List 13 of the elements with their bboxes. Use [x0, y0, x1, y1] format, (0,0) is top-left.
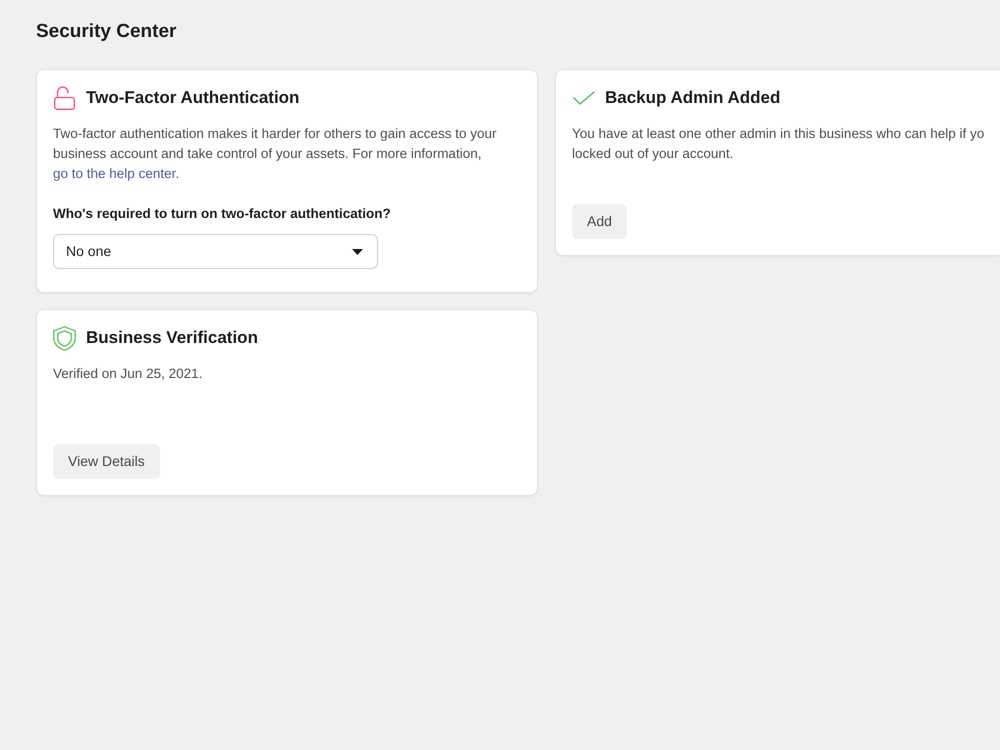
- card-description: Two-factor authentication makes it harder for others to gain access to your business account and take control of your assets. For more information, go to the help center.: [53, 125, 498, 183]
- caret-icon: [352, 248, 363, 254]
- dropdown[interactable]: No one: [53, 234, 378, 269]
- field-label: Who's required to turn on two-factor authentication?: [53, 205, 392, 223]
- page-title: Security Center: [36, 20, 176, 44]
- card-title: Business Verification: [86, 327, 258, 349]
- card-description: You have at least one other admin in this business who can help if yo locked out of your account.: [572, 125, 986, 163]
- action-button[interactable]: Add: [572, 204, 627, 239]
- action-button[interactable]: View Details: [53, 444, 160, 479]
- card-title: Two-Factor Authentication: [86, 87, 300, 109]
- card-description: Verified on Jun 25, 2021.: [53, 365, 204, 383]
- card-title: Backup Admin Added: [605, 87, 780, 109]
- help-center-link[interactable]: go to the help center.: [53, 166, 180, 181]
